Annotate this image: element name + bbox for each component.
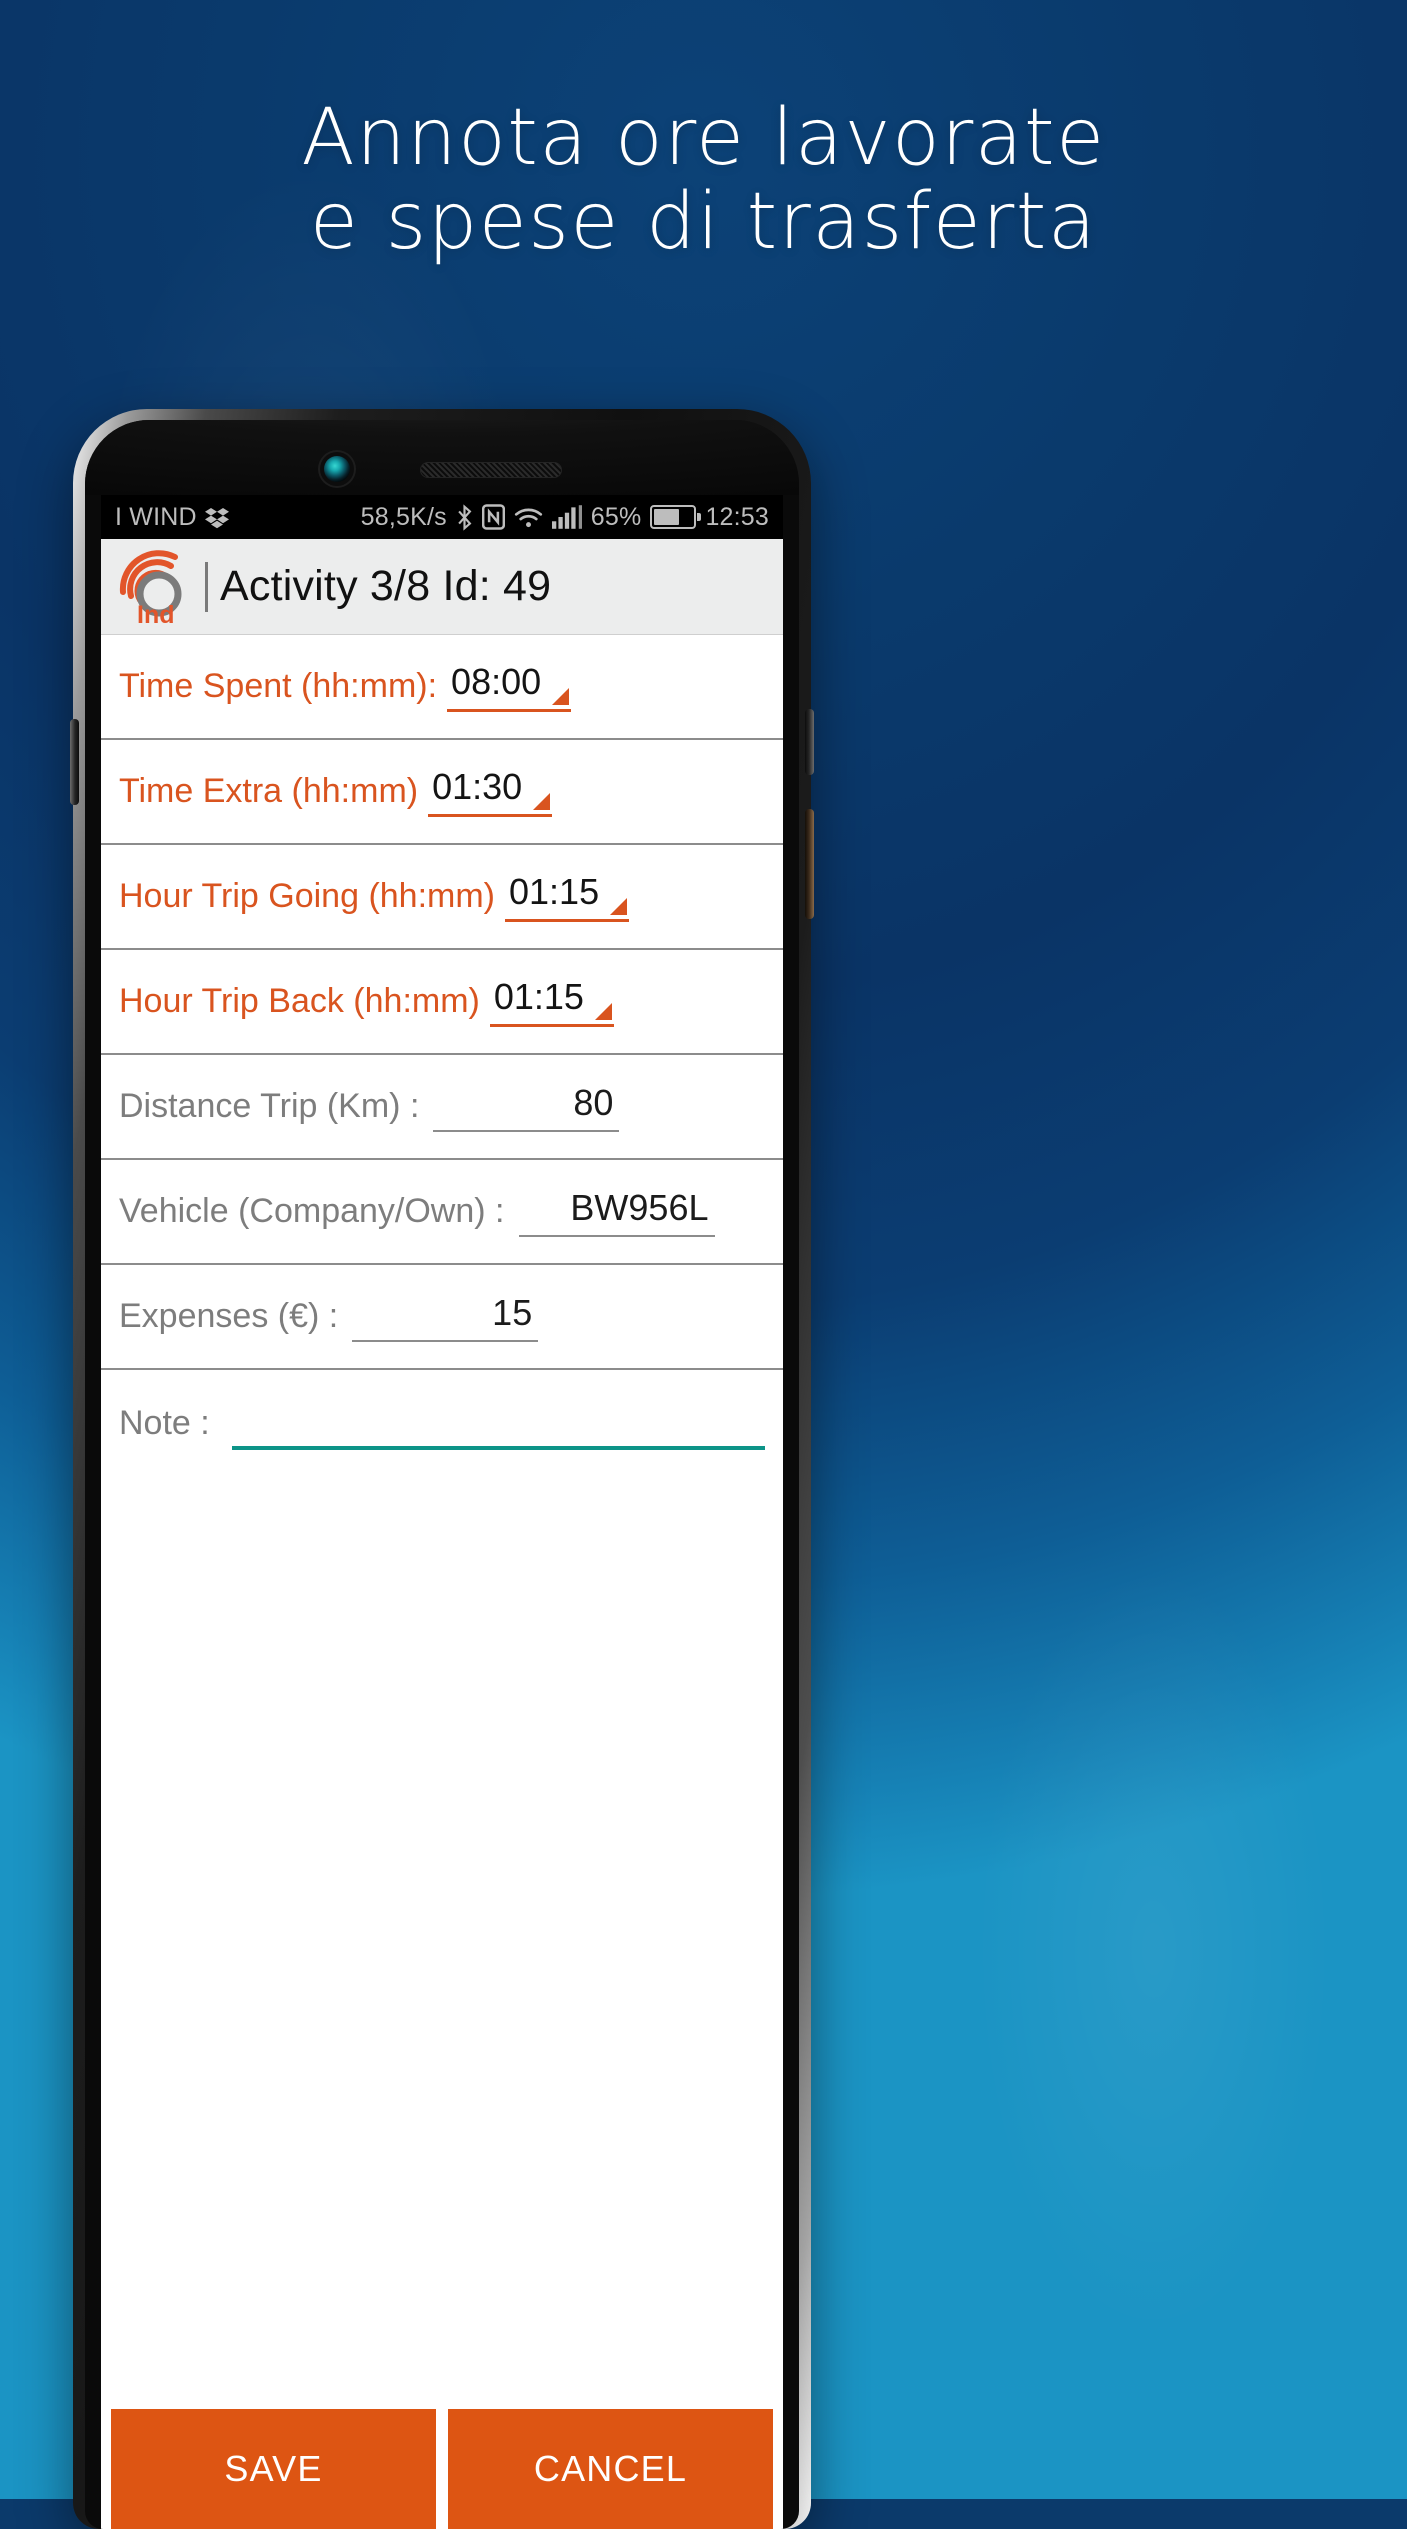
form-row-time-spent: Time Spent (hh:mm): 08:00 xyxy=(101,635,783,740)
form-row-hour-trip-back: Hour Trip Back (hh:mm) 01:15 xyxy=(101,950,783,1055)
page-title: Activity 3/8 Id: 49 xyxy=(220,562,552,610)
earpiece-speaker-icon xyxy=(420,462,562,478)
clock-label: 12:53 xyxy=(705,502,769,531)
time-spent-label: Time Spent (hh:mm): xyxy=(119,667,438,705)
status-bar: I WIND 58,5K/s 65% 12:53 xyxy=(101,495,783,539)
network-speed-label: 58,5K/s xyxy=(360,502,447,531)
time-spent-spinner[interactable]: 08:00 xyxy=(447,661,572,712)
distance-trip-label: Distance Trip (Km) : xyxy=(119,1087,420,1125)
nfc-icon xyxy=(481,504,505,530)
dropbox-icon xyxy=(204,505,229,529)
expenses-input[interactable]: 15 xyxy=(352,1292,539,1342)
phone-inner-bezel: I WIND 58,5K/s 65% 12:53 Ind Activity 3/… xyxy=(85,420,799,2529)
app-logo-icon: Ind xyxy=(115,546,197,629)
app-bar: Ind Activity 3/8 Id: 49 xyxy=(101,539,783,635)
time-extra-spinner[interactable]: 01:30 xyxy=(428,766,553,817)
form-row-note: Note : xyxy=(101,1370,783,1580)
expenses-label: Expenses (€) : xyxy=(119,1297,339,1335)
promo-headline: Annota ore lavorate e spese di trasferta xyxy=(0,93,1407,268)
note-label: Note : xyxy=(119,1404,210,1442)
phone-power-button[interactable] xyxy=(805,809,814,919)
time-extra-label: Time Extra (hh:mm) xyxy=(119,772,419,810)
bluetooth-icon xyxy=(456,503,473,531)
form-actions: SAVE CANCEL xyxy=(101,2409,783,2529)
distance-trip-input[interactable]: 80 xyxy=(433,1082,620,1132)
phone-device-frame: I WIND 58,5K/s 65% 12:53 Ind Activity 3/… xyxy=(70,409,814,2529)
battery-percent-label: 65% xyxy=(590,502,642,531)
form-row-distance-trip: Distance Trip (Km) : 80 xyxy=(101,1055,783,1160)
activity-form: Time Spent (hh:mm): 08:00 Time Extra (hh… xyxy=(101,635,783,1580)
time-spent-value: 08:00 xyxy=(451,661,542,702)
phone-volume-button[interactable] xyxy=(805,709,814,775)
vehicle-input[interactable]: BW956L xyxy=(518,1187,715,1237)
promo-headline-line2: e spese di trasferta xyxy=(309,177,1098,268)
status-bar-left: I WIND xyxy=(115,503,229,532)
save-button[interactable]: SAVE xyxy=(111,2409,436,2529)
form-row-time-extra: Time Extra (hh:mm) 01:30 xyxy=(101,740,783,845)
cellular-signal-icon xyxy=(551,505,582,529)
form-row-vehicle: Vehicle (Company/Own) : BW956L xyxy=(101,1160,783,1265)
front-camera-icon xyxy=(324,456,350,482)
hour-trip-going-spinner[interactable]: 01:15 xyxy=(505,871,629,922)
phone-screen: I WIND 58,5K/s 65% 12:53 Ind Activity 3/… xyxy=(101,495,783,2529)
phone-left-button[interactable] xyxy=(70,719,79,805)
carrier-label: I WIND xyxy=(115,502,197,531)
spinner-caret-icon xyxy=(552,688,570,705)
wifi-icon xyxy=(514,506,543,529)
spinner-caret-icon xyxy=(533,793,551,810)
cancel-button[interactable]: CANCEL xyxy=(448,2409,773,2529)
phone-top-bezel xyxy=(85,420,799,495)
app-bar-divider xyxy=(205,561,208,612)
time-extra-value: 01:30 xyxy=(432,766,523,807)
vehicle-label: Vehicle (Company/Own) : xyxy=(119,1192,505,1230)
form-row-hour-trip-going: Hour Trip Going (hh:mm) 01:15 xyxy=(101,845,783,950)
spinner-caret-icon xyxy=(610,898,627,915)
hour-trip-going-label: Hour Trip Going (hh:mm) xyxy=(119,877,495,915)
spinner-caret-icon xyxy=(594,1003,612,1020)
form-row-expenses: Expenses (€) : 15 xyxy=(101,1265,783,1370)
note-input[interactable] xyxy=(231,1398,765,1450)
status-bar-right: 58,5K/s 65% 12:53 xyxy=(361,503,769,532)
hour-trip-back-spinner[interactable]: 01:15 xyxy=(489,976,614,1027)
battery-icon xyxy=(650,505,702,529)
hour-trip-back-label: Hour Trip Back (hh:mm) xyxy=(119,982,480,1020)
hour-trip-going-value: 01:15 xyxy=(509,871,600,912)
app-logo-wordmark: Ind xyxy=(137,600,175,629)
promo-headline-line1: Annota ore lavorate xyxy=(301,93,1106,183)
hour-trip-back-value: 01:15 xyxy=(493,976,584,1017)
